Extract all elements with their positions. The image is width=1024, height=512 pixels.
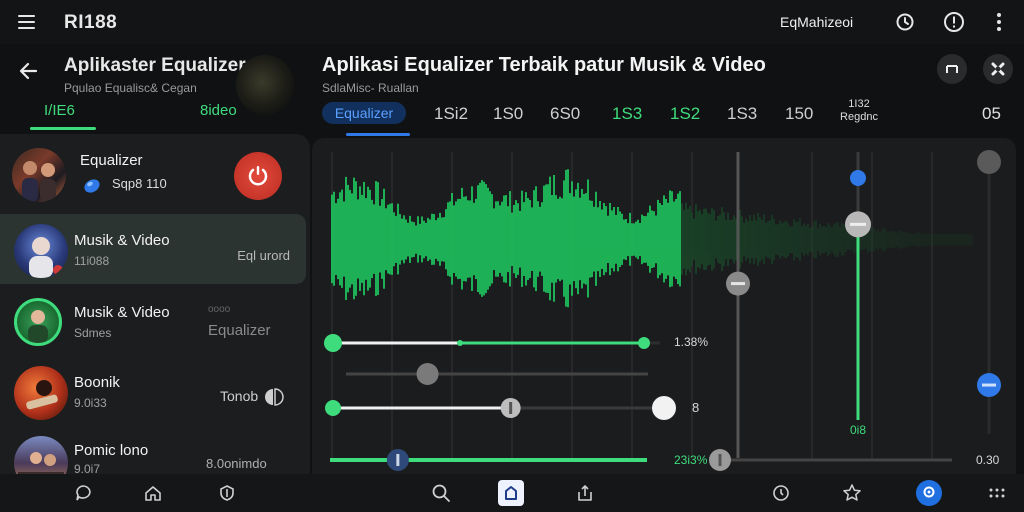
back-arrow-icon[interactable] — [14, 56, 44, 86]
vertical-slider-1-thumb[interactable] — [726, 271, 750, 296]
band-tab-5[interactable]: 1S2 — [670, 104, 700, 124]
list-item-meta: oooo — [208, 304, 231, 315]
vertical-slider-2[interactable] — [845, 152, 871, 420]
band-stack-top: 1I32 — [848, 98, 870, 110]
list-item-status: Equalizer — [208, 322, 271, 339]
horizontal-slider-2-thumb[interactable] — [416, 363, 439, 385]
list-item-subtitle: 9.0i33 — [74, 396, 107, 410]
home-icon[interactable] — [140, 480, 166, 506]
timer-icon[interactable] — [768, 480, 794, 506]
left-tab-video[interactable]: 8ideo — [200, 102, 237, 119]
top-right-label[interactable]: EqMahizeoi — [780, 14, 853, 30]
slider-3-readout: 8 — [692, 400, 700, 415]
list-item-subtitle: Sqp8 110 — [112, 176, 167, 191]
blue-badge-icon — [82, 175, 102, 195]
list-item-status: Tonob — [220, 388, 259, 404]
shield-icon[interactable] — [214, 480, 240, 506]
band-tab-4[interactable]: 1S3 — [612, 104, 642, 124]
power-button[interactable] — [234, 152, 282, 200]
waveform — [331, 169, 973, 308]
list-item-title: Equalizer — [80, 152, 143, 169]
alert-icon[interactable] — [941, 9, 967, 35]
list-item-pomic-lono[interactable]: Pomic lono 9.0i7 8.0onimdo — [0, 428, 306, 474]
list-item-subtitle: 11i088 — [74, 254, 110, 268]
split-toggle-icon[interactable] — [264, 388, 284, 406]
profile-icon[interactable] — [916, 480, 942, 506]
tab-equalizer[interactable]: Equalizer — [322, 102, 406, 124]
equalizer-panel: 1.38% 8 0i8 23i3% 0.30 — [312, 138, 1016, 474]
band-tab-last[interactable]: 05 — [982, 104, 1001, 124]
band-tab-6[interactable]: 1S3 — [727, 104, 757, 124]
vertical-slider-3-thumb[interactable] — [977, 373, 1001, 398]
more-vertical-icon[interactable] — [986, 9, 1012, 35]
horizontal-slider-3[interactable] — [325, 396, 676, 420]
band-tab-region[interactable]: 1I32 Regdnc — [832, 98, 886, 124]
left-tab-indicator — [30, 127, 96, 130]
list-item-title: Pomic lono — [74, 442, 149, 459]
band-tab-7[interactable]: 150 — [785, 104, 813, 124]
artist-thumbnail — [14, 224, 68, 278]
bottom-slider-thumb[interactable] — [386, 449, 409, 471]
list-item-subtitle: Sdmes — [74, 326, 112, 340]
page-title: Aplikasi Equalizer Terbaik patur Musik &… — [322, 54, 766, 76]
app-title: RI188 — [64, 12, 118, 33]
left-panel-title: Aplikaster Equalizer — [64, 55, 246, 76]
list-item-boonik[interactable]: Boonik 9.0i33 Tonob — [0, 358, 306, 428]
tab-underline — [346, 133, 410, 136]
top-app-bar: RI188 EqMahizeoi — [0, 0, 1024, 44]
list-item-musik-video[interactable]: Musik & Video 11i088 Eql urord — [0, 214, 306, 284]
list-item-status: Eql urord — [237, 248, 290, 263]
search-icon[interactable] — [428, 480, 454, 506]
band-tab-3[interactable]: 6S0 — [550, 104, 580, 124]
settings-cross-icon[interactable] — [983, 54, 1013, 84]
vertical-slider-3[interactable] — [977, 150, 1001, 434]
list-item-musik-video-2[interactable]: Musik & Video Sdmes oooo Equalizer — [0, 288, 306, 358]
grid-icon[interactable] — [984, 480, 1010, 506]
artist-thumbnail — [14, 298, 62, 346]
page-subtitle: SdlaMisc- Ruallan — [322, 81, 419, 95]
band-tab-1[interactable]: 1Si2 — [434, 104, 468, 124]
timer-icon[interactable] — [892, 9, 918, 35]
horizontal-slider-1-thumb[interactable] — [638, 337, 650, 349]
vertical-slider-1[interactable] — [726, 152, 750, 458]
bottom-navigation — [0, 474, 1024, 512]
album-art-thumbnail — [236, 55, 294, 115]
bookmark-icon[interactable] — [937, 54, 967, 84]
star-icon[interactable] — [839, 480, 865, 506]
camera-icon[interactable] — [498, 480, 524, 506]
list-item-title: Boonik — [74, 374, 120, 391]
left-panel-subtitle: Pqulao Equalisc& Cegan — [64, 81, 197, 95]
list-item-equalizer[interactable]: Equalizer Sqp8 110 — [0, 140, 306, 210]
list-item-title: Musik & Video — [74, 232, 170, 249]
bottom-slider-readout: 23i3% — [674, 453, 708, 467]
vertical-slider-readout: 0i8 — [850, 423, 867, 437]
horizontal-slider-1[interactable] — [324, 334, 660, 352]
list-item-title: Musik & Video — [74, 304, 170, 321]
equalizer-canvas — [324, 150, 1001, 471]
chat-icon[interactable] — [70, 480, 96, 506]
horizontal-slider-3-thumb[interactable] — [500, 398, 521, 418]
left-tab-music[interactable]: I/IE6 — [44, 102, 75, 119]
list-item-subtitle: 9.0i7 — [74, 462, 101, 474]
bottom-slider[interactable] — [330, 449, 952, 471]
artist-thumbnail — [14, 366, 68, 420]
artist-thumbnail — [14, 436, 68, 474]
menu-icon[interactable] — [12, 10, 40, 34]
band-stack-bottom: Regdnc — [840, 111, 878, 123]
bottom-right-readout: 0.30 — [976, 453, 1000, 467]
share-icon[interactable] — [572, 480, 598, 506]
track-list: Equalizer Sqp8 110 Musik & Video 11i088 … — [0, 134, 310, 474]
vertical-slider-2-thumb[interactable] — [845, 211, 871, 238]
list-item-status: 8.0onimdo — [206, 456, 267, 471]
band-tab-2[interactable]: 1S0 — [493, 104, 523, 124]
slider-1-readout: 1.38% — [674, 335, 709, 349]
artist-thumbnail — [12, 148, 66, 202]
